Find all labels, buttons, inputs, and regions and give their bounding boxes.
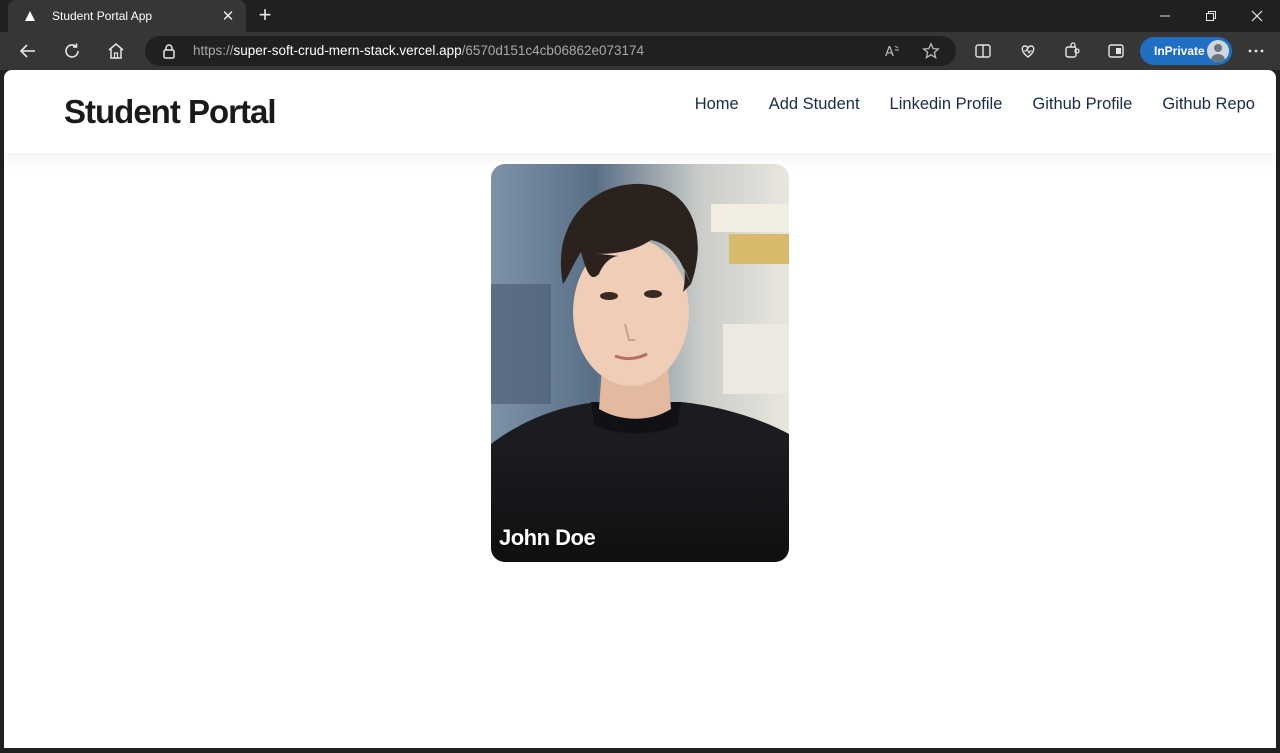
split-screen-icon[interactable]: [968, 36, 998, 66]
refresh-icon[interactable]: [57, 36, 87, 66]
inprivate-button[interactable]: InPrivate: [1140, 37, 1232, 65]
site-brand[interactable]: Student Portal: [64, 93, 277, 131]
browser-tab-bar: Student Portal App ✕ +: [0, 0, 1280, 32]
favorite-star-icon[interactable]: [916, 36, 946, 66]
page-viewport: Student Portal Home Add Student Linkedin…: [4, 70, 1276, 748]
lock-icon[interactable]: [162, 43, 176, 64]
nav-add-student[interactable]: Add Student: [769, 95, 860, 114]
browser-toolbar: https://super-soft-crud-mern-stack.verce…: [0, 32, 1280, 70]
inprivate-label: InPrivate: [1154, 44, 1205, 58]
nav-github-repo[interactable]: Github Repo: [1162, 95, 1255, 114]
svg-text:A: A: [885, 45, 894, 60]
close-window-icon[interactable]: [1234, 0, 1280, 32]
minimize-icon[interactable]: [1142, 0, 1188, 32]
nav-github-profile[interactable]: Github Profile: [1032, 95, 1132, 114]
window-bottom-border: [0, 748, 1280, 753]
url-path: /6570d151c4cb06862e073174: [461, 43, 645, 58]
read-aloud-icon[interactable]: A: [877, 36, 907, 66]
tab-title: Student Portal App: [52, 9, 153, 23]
new-tab-icon[interactable]: +: [254, 4, 276, 26]
back-arrow-icon[interactable]: [13, 36, 43, 66]
browser-tab[interactable]: Student Portal App ✕: [8, 0, 246, 32]
address-bar[interactable]: https://super-soft-crud-mern-stack.verce…: [145, 36, 956, 66]
student-name: John Doe: [499, 525, 596, 550]
nav-links: Home Add Student Linkedin Profile Github…: [695, 95, 1255, 114]
restore-icon[interactable]: [1188, 0, 1234, 32]
home-icon[interactable]: [101, 36, 131, 66]
site-navbar: Student Portal Home Add Student Linkedin…: [4, 70, 1276, 153]
collections-icon[interactable]: [1101, 36, 1131, 66]
url-text[interactable]: https://super-soft-crud-mern-stack.verce…: [193, 36, 644, 66]
extensions-icon[interactable]: [1057, 36, 1087, 66]
more-options-icon[interactable]: [1241, 36, 1271, 66]
nav-linkedin-profile[interactable]: Linkedin Profile: [890, 95, 1003, 114]
browser-essentials-icon[interactable]: [1013, 36, 1043, 66]
url-scheme: https://: [193, 43, 234, 58]
url-host: super-soft-crud-mern-stack.vercel.app: [233, 43, 462, 58]
nav-home[interactable]: Home: [695, 95, 739, 114]
student-photo: [491, 164, 789, 562]
vercel-triangle-icon: [22, 8, 38, 24]
profile-avatar-icon: [1207, 40, 1229, 62]
tab-close-icon[interactable]: ✕: [220, 7, 236, 25]
student-card[interactable]: John Doe: [491, 164, 789, 562]
